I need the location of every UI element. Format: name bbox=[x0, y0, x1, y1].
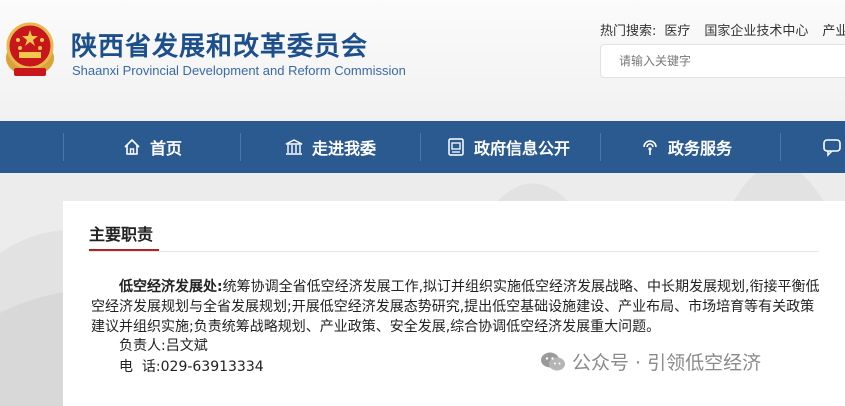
search-box bbox=[600, 44, 845, 78]
phone-number: 029-63913334 bbox=[160, 359, 264, 375]
hot-search-term[interactable]: 医疗 bbox=[664, 24, 690, 39]
nav-item-home[interactable]: 首页 bbox=[122, 121, 182, 173]
watermark-text: 公众号 · 引领低空经济 bbox=[572, 352, 762, 374]
service-icon bbox=[643, 140, 657, 155]
nav-divider bbox=[780, 133, 781, 161]
national-emblem-icon bbox=[6, 22, 54, 76]
home-icon bbox=[124, 138, 140, 155]
duties-paragraph: 低空经济发展处:统筹协调全省低空经济发展工作,拟订并组织实施低空经济发展战略、中… bbox=[91, 277, 823, 337]
dept-name: 低空经济发展处: bbox=[119, 279, 223, 295]
nav-divider bbox=[240, 133, 241, 161]
content-panel: 主要职责 低空经济发展处:统筹协调全省低空经济发展工作,拟订并组织实施低空经济发… bbox=[63, 201, 845, 406]
chat-icon[interactable] bbox=[822, 137, 842, 157]
wechat-watermark: 公众号 · 引领低空经济 bbox=[540, 348, 761, 375]
phone-label: 电 话: bbox=[119, 359, 161, 375]
nav-divider bbox=[600, 133, 601, 161]
nav-item-info-disclosure[interactable]: 政府信息公开 bbox=[446, 121, 570, 173]
nav-item-label: 政务服务 bbox=[668, 139, 733, 158]
nav-item-services[interactable]: 政务服务 bbox=[640, 121, 732, 173]
contact-person: 负责人:吕文斌 bbox=[119, 335, 208, 355]
person-name: 吕文斌 bbox=[165, 338, 208, 354]
nav-item-label: 政府信息公开 bbox=[474, 139, 571, 158]
hot-search-bar: 热门搜索: 医疗 国家企业技术中心 产业 bbox=[600, 20, 845, 39]
nav-divider bbox=[63, 133, 64, 161]
wechat-icon bbox=[541, 352, 565, 370]
contact-phone: 电 话:029-63913334 bbox=[119, 356, 264, 376]
nav-item-about[interactable]: 走进我委 bbox=[284, 121, 376, 173]
site-title-cn[interactable]: 陕西省发展和改革委员会 bbox=[71, 26, 368, 63]
hot-search-term[interactable]: 产业 bbox=[822, 24, 845, 39]
nav-item-label: 首页 bbox=[150, 139, 183, 158]
main-nav: 首页 走进我委 政府信息公开 政务服务 bbox=[0, 121, 845, 173]
document-icon bbox=[448, 138, 464, 156]
building-icon bbox=[285, 139, 303, 155]
site-header: 陕西省发展和改革委员会 Shaanxi Provincial Developme… bbox=[0, 0, 845, 120]
site-title-en: Shaanxi Provincial Development and Refor… bbox=[72, 63, 406, 78]
section-title: 主要职责 bbox=[89, 225, 154, 244]
section-divider bbox=[89, 251, 819, 252]
hot-search-label: 热门搜索: bbox=[600, 24, 657, 39]
person-label: 负责人: bbox=[119, 338, 166, 354]
nav-item-label: 走进我委 bbox=[312, 139, 377, 158]
nav-divider bbox=[420, 133, 421, 161]
section-title-underline bbox=[89, 249, 159, 251]
search-input[interactable] bbox=[617, 53, 841, 69]
hot-search-term[interactable]: 国家企业技术中心 bbox=[704, 24, 808, 39]
